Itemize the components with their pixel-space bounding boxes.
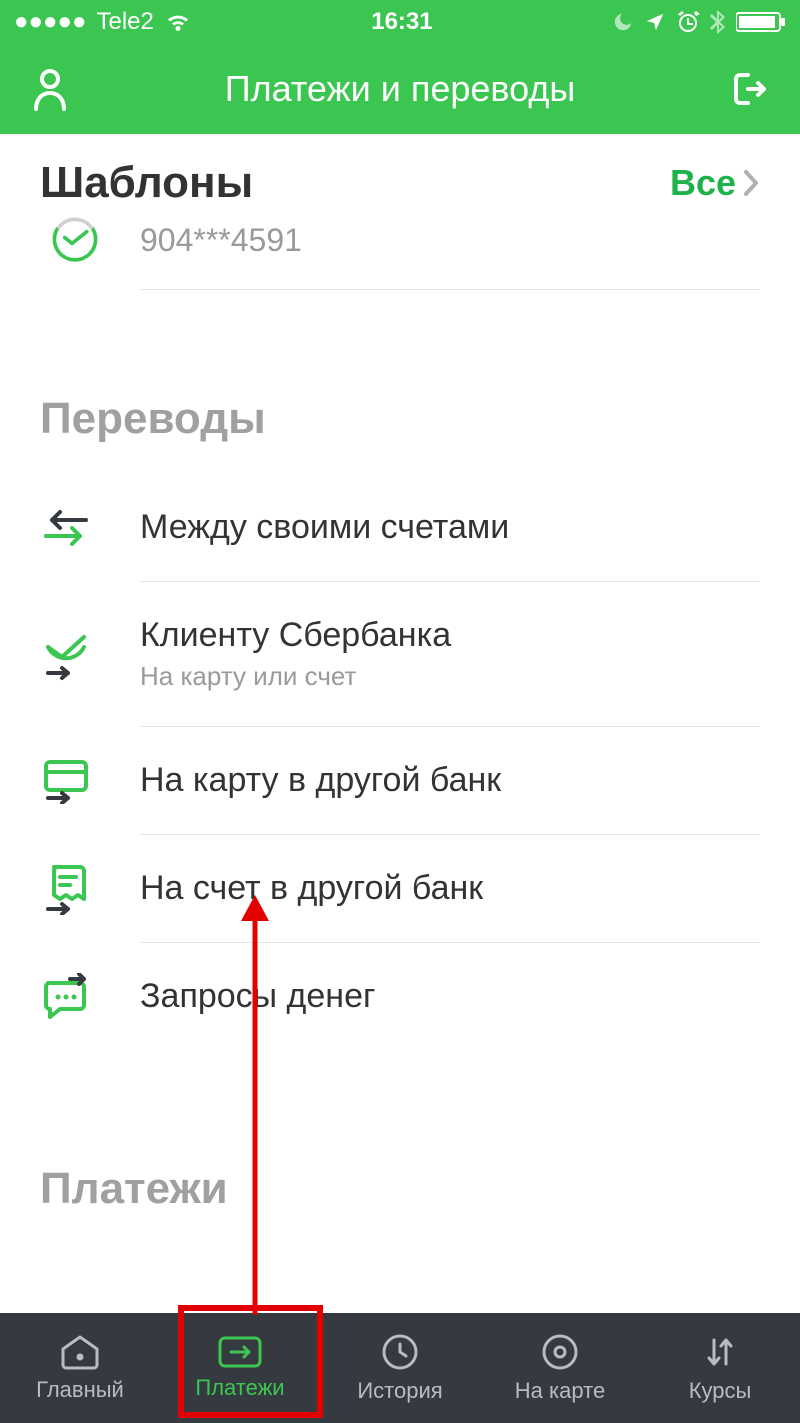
bluetooth-icon [710, 10, 726, 34]
profile-icon[interactable] [30, 67, 70, 111]
all-label: Все [670, 162, 736, 204]
tab-history[interactable]: История [320, 1313, 480, 1423]
home-icon [59, 1333, 101, 1371]
tab-label: На карте [515, 1378, 605, 1404]
item-title: Между своими счетами [140, 508, 760, 547]
transfer-card-other-bank[interactable]: На карту в другой банк [0, 727, 800, 835]
location-icon [644, 11, 666, 33]
payments-header: Платежи [0, 1140, 800, 1214]
clock-label: 16:31 [371, 8, 432, 36]
map-pin-icon [540, 1332, 580, 1372]
receipt-arrow-icon [40, 863, 110, 915]
carrier-label: Tele2 [96, 8, 153, 36]
tab-label: Главный [36, 1377, 124, 1403]
chat-arrow-icon [40, 973, 110, 1021]
transfer-sber-client[interactable]: Клиенту Сбербанка На карту или счет [0, 582, 800, 727]
chevron-right-icon [742, 168, 760, 198]
item-title: На карту в другой банк [140, 761, 760, 800]
history-icon [380, 1332, 420, 1372]
item-subtitle: На карту или счет [140, 661, 760, 692]
rates-icon [700, 1332, 740, 1372]
templates-title: Шаблоны [40, 158, 253, 208]
sber-outline-icon [40, 214, 110, 284]
transfers-title: Переводы [40, 394, 266, 444]
battery-icon [736, 11, 786, 33]
swap-icon [40, 508, 110, 548]
template-item[interactable]: 904***4591 [0, 208, 800, 310]
transfer-money-request[interactable]: Запросы денег [0, 943, 800, 1050]
transfer-account-other-bank[interactable]: На счет в другой банк [0, 835, 800, 943]
tab-home[interactable]: Главный [0, 1313, 160, 1423]
payments-title: Платежи [40, 1164, 228, 1214]
tab-rates[interactable]: Курсы [640, 1313, 800, 1423]
tab-payments[interactable]: Платежи [160, 1313, 320, 1423]
alarm-icon [676, 10, 700, 34]
page-title: Платежи и переводы [70, 68, 730, 110]
status-left: ●●●●● Tele2 [14, 8, 192, 36]
item-title: Запросы денег [140, 977, 760, 1016]
transfers-header: Переводы [0, 370, 800, 474]
template-number: 904***4591 [140, 208, 760, 290]
item-title: На счет в другой банк [140, 869, 760, 908]
tab-label: Курсы [689, 1378, 752, 1404]
templates-header: Шаблоны Все [0, 134, 800, 208]
payments-icon [217, 1335, 263, 1369]
status-right [612, 10, 786, 34]
tab-map[interactable]: На карте [480, 1313, 640, 1423]
status-bar: ●●●●● Tele2 16:31 [0, 0, 800, 44]
wifi-icon [164, 11, 192, 33]
tab-label: Платежи [195, 1375, 284, 1401]
item-title: Клиенту Сбербанка [140, 616, 760, 655]
nav-bar: Платежи и переводы [0, 44, 800, 134]
logout-icon[interactable] [730, 69, 770, 109]
transfer-between-own[interactable]: Между своими счетами [0, 474, 800, 582]
sber-arrow-icon [40, 629, 110, 681]
signal-dots-icon: ●●●●● [14, 8, 86, 36]
tab-bar: Главный Платежи История На карте Курсы [0, 1313, 800, 1423]
moon-icon [612, 11, 634, 33]
templates-all-button[interactable]: Все [670, 162, 760, 204]
card-arrow-icon [40, 758, 110, 804]
tab-label: История [357, 1378, 442, 1404]
